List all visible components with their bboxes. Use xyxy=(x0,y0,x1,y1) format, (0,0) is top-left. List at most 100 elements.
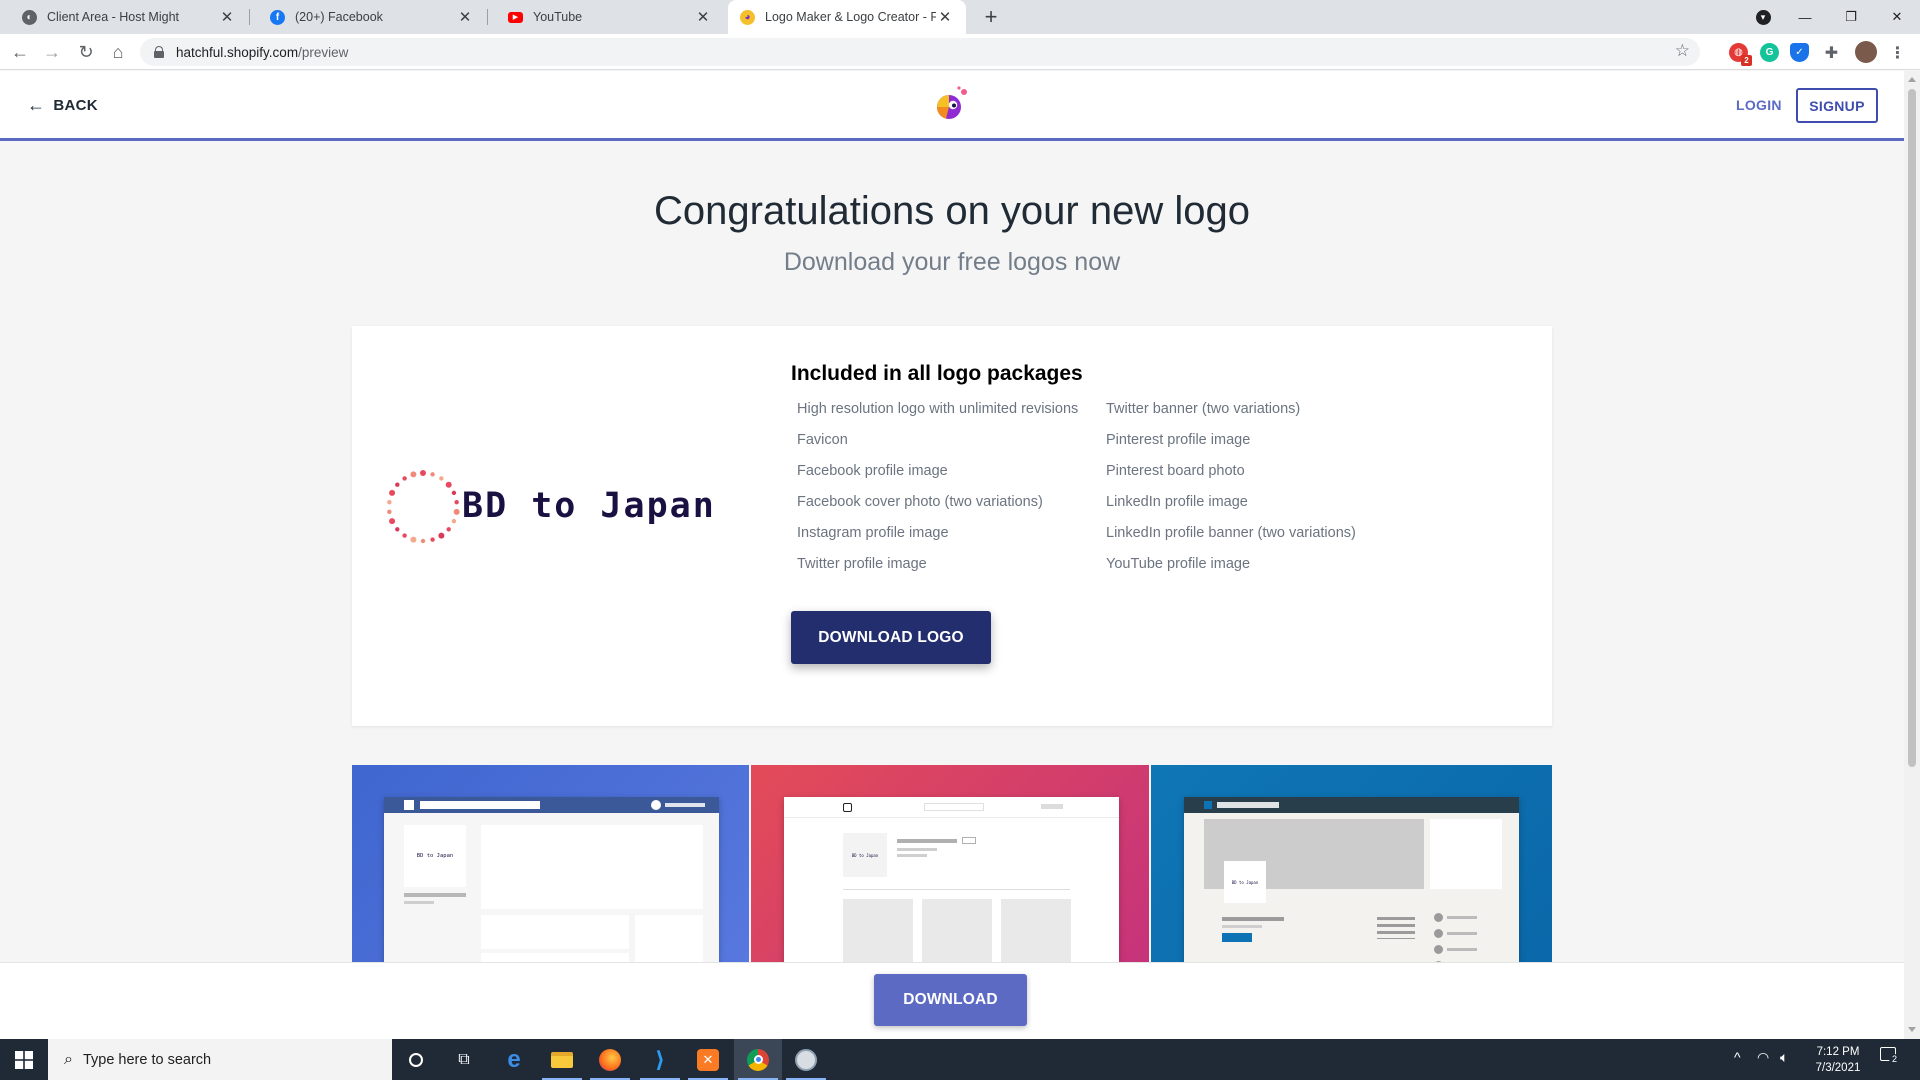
ring-dot xyxy=(387,499,392,505)
windows-start-icon[interactable] xyxy=(0,1039,48,1080)
signup-button[interactable]: SIGNUP xyxy=(1796,88,1878,123)
xampp-icon[interactable]: ✕ xyxy=(684,1039,732,1080)
url-path: /preview xyxy=(298,44,349,60)
back-label: BACK xyxy=(53,97,98,114)
mockup-follow-btn xyxy=(962,837,976,844)
feature-item: Favicon xyxy=(797,432,848,448)
extension-badge: 2 xyxy=(1741,55,1752,66)
scroll-down-arrow[interactable] xyxy=(1908,1027,1916,1032)
ring-dot xyxy=(420,538,426,544)
tab-title: Client Area - Host Might xyxy=(47,10,179,24)
ring-dot xyxy=(389,518,396,525)
ring-dot xyxy=(389,489,396,496)
mockup-icons xyxy=(1041,804,1063,809)
youtube-icon: ▶ xyxy=(508,11,523,23)
tab-client-area[interactable]: ◐ Client Area - Host Might ✕ xyxy=(2,0,248,34)
back-arrow-icon[interactable]: ← xyxy=(6,38,34,66)
edge-icon[interactable]: e xyxy=(490,1039,538,1080)
mockup-search-bar xyxy=(1217,802,1279,808)
grammarly-extension-icon[interactable]: G xyxy=(1760,43,1779,62)
browser-toolbar: ← → ↻ ⌂ hatchful.shopify.com/preview ☆ ◍… xyxy=(0,34,1920,70)
task-view-icon[interactable]: ⧉ xyxy=(440,1039,488,1080)
clock-time: 7:12 PM xyxy=(1816,1046,1860,1058)
vscode-icon[interactable]: ⟩ xyxy=(636,1039,684,1080)
reload-icon[interactable]: ↻ xyxy=(72,38,100,66)
back-button[interactable]: ← BACK xyxy=(27,95,98,116)
mockup-side-card xyxy=(1430,819,1502,889)
mockup-grid-tile xyxy=(1001,899,1071,969)
mockup-profile-box: BD to Japan xyxy=(1224,861,1266,903)
minimize-icon[interactable]: — xyxy=(1782,0,1828,34)
hatchful-logo[interactable] xyxy=(931,85,971,121)
close-tab-icon[interactable]: ✕ xyxy=(694,8,712,26)
mockup-avatar-dot xyxy=(651,800,661,810)
scroll-up-arrow[interactable] xyxy=(1908,77,1916,82)
mockup-profile-box: BD to Japan xyxy=(404,825,466,887)
mockup-line xyxy=(404,901,434,904)
bookmark-star-icon[interactable]: ☆ xyxy=(1675,41,1690,61)
ring-dot xyxy=(430,537,435,542)
lock-icon xyxy=(154,46,164,58)
notification-center-icon[interactable]: 2 xyxy=(1880,1047,1900,1064)
restore-icon[interactable]: ❐ xyxy=(1828,0,1874,34)
paint-app-icon[interactable] xyxy=(782,1039,830,1080)
tab-youtube[interactable]: ▶ YouTube ✕ xyxy=(488,0,724,34)
tab-title: YouTube xyxy=(533,10,583,24)
ring-dot xyxy=(446,527,451,532)
logo-package-card: BD to Japan Included in all logo package… xyxy=(352,326,1552,726)
instagram-camera-icon xyxy=(843,803,852,812)
puzzle-extensions-icon[interactable]: ✚ xyxy=(1822,43,1841,62)
profile-avatar[interactable] xyxy=(1855,41,1877,63)
page-title: Congratulations on your new logo xyxy=(654,189,1250,233)
tab-facebook[interactable]: f (20+) Facebook ✕ xyxy=(250,0,486,34)
ring-dot xyxy=(395,482,400,487)
download-button[interactable]: DOWNLOAD xyxy=(874,974,1027,1026)
forward-arrow-icon[interactable]: → xyxy=(38,38,66,66)
shield-extension-icon[interactable]: ✓ xyxy=(1790,43,1809,62)
ring-dot xyxy=(451,518,457,524)
tab-search-icon[interactable]: ▾ xyxy=(1740,0,1786,34)
new-tab-button[interactable]: + xyxy=(978,4,1004,30)
tab-logo-maker[interactable]: ◕ Logo Maker & Logo Creator - Fre ✕ xyxy=(728,0,966,34)
firefox-icon[interactable] xyxy=(586,1039,634,1080)
mockup-line xyxy=(404,893,466,897)
mockup-logo-text: BD to Japan xyxy=(851,852,879,858)
browser-menu-icon[interactable]: ⋮ xyxy=(1888,43,1907,62)
network-wifi-icon[interactable]: ◠ xyxy=(1757,1049,1769,1066)
facebook-icon: f xyxy=(270,9,285,25)
close-window-icon[interactable]: ✕ xyxy=(1874,0,1920,34)
dotted-ring-logo-mark xyxy=(387,470,460,544)
login-link[interactable]: LOGIN xyxy=(1736,97,1782,113)
adblock-extension-icon[interactable]: ◍ 2 xyxy=(1729,43,1752,66)
site-header: ← BACK LOGIN SIGNUP xyxy=(0,71,1904,141)
chrome-icon[interactable] xyxy=(734,1039,782,1080)
close-tab-icon[interactable]: ✕ xyxy=(936,8,954,26)
webpage: ← BACK LOGIN SIGNUP Congratulations on y… xyxy=(0,71,1904,1039)
close-tab-icon[interactable]: ✕ xyxy=(218,8,236,26)
mockup-logo-square xyxy=(1204,801,1212,809)
scroll-thumb[interactable] xyxy=(1908,89,1916,767)
taskbar-search-input[interactable]: ⌕ Type here to search xyxy=(48,1039,392,1080)
close-tab-icon[interactable]: ✕ xyxy=(456,8,474,26)
taskbar-clock[interactable]: 7:12 PM 7/3/2021 xyxy=(1808,1044,1868,1076)
mockup-nav xyxy=(665,803,705,807)
arrow-left-icon: ← xyxy=(27,95,46,115)
show-hidden-icons-chevron[interactable]: ^ xyxy=(1734,1049,1741,1065)
mockup-logo-text: BD to Japan xyxy=(1231,879,1259,885)
mockup-divider xyxy=(843,889,1070,890)
mockup-follow-btn xyxy=(1222,933,1252,942)
ring-dot xyxy=(438,532,445,539)
home-icon[interactable]: ⌂ xyxy=(104,38,132,66)
volume-icon[interactable]: 🔈︎ xyxy=(1780,1049,1788,1066)
cortana-icon[interactable] xyxy=(392,1039,440,1080)
file-explorer-icon[interactable] xyxy=(538,1039,586,1080)
page-scrollbar[interactable] xyxy=(1904,71,1920,1039)
address-bar[interactable]: hatchful.shopify.com/preview ☆ xyxy=(140,38,1700,66)
download-logo-button[interactable]: DOWNLOAD LOGO xyxy=(791,611,991,664)
feature-item: Facebook cover photo (two variations) xyxy=(797,494,1043,510)
feature-item: Pinterest board photo xyxy=(1106,463,1245,479)
ring-dot xyxy=(439,476,444,481)
logo-preview: BD to Japan xyxy=(382,466,762,556)
mockup-search xyxy=(924,803,984,811)
mockup-grid-tile xyxy=(922,899,992,969)
